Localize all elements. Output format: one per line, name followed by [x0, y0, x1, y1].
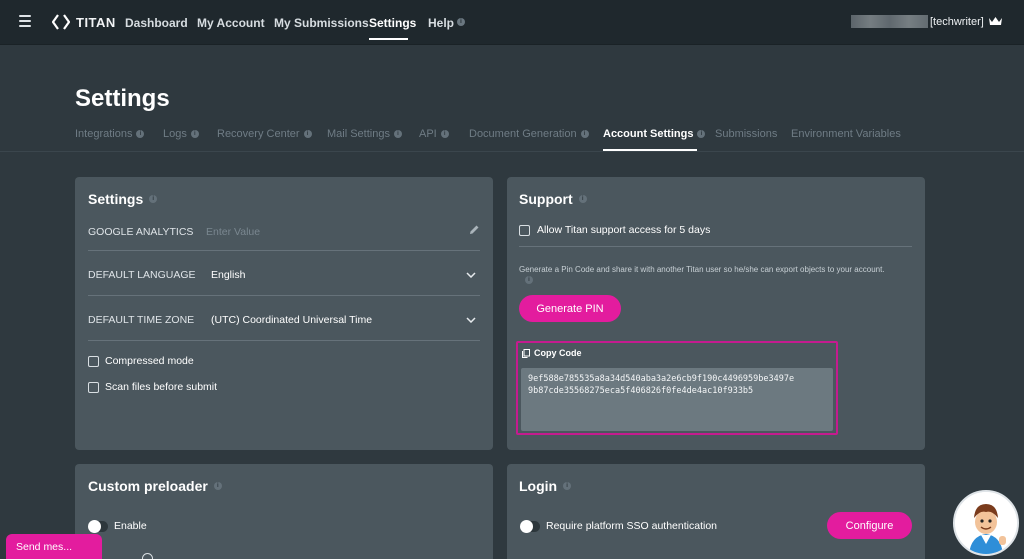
- login-card: Login i Require platform SSO authenticat…: [507, 464, 925, 559]
- default-language-select[interactable]: English: [211, 269, 245, 281]
- default-time-zone-label: DEFAULT TIME ZONE: [88, 314, 195, 326]
- assistant-avatar[interactable]: [953, 490, 1019, 556]
- tab-environment-variables[interactable]: Environment Variables: [791, 128, 901, 140]
- scan-files-label: Scan files before submit: [105, 381, 218, 393]
- copy-code-button[interactable]: Copy Code: [522, 348, 582, 358]
- info-icon[interactable]: i: [578, 195, 587, 203]
- tab-recovery-center[interactable]: Recovery Center i: [217, 128, 312, 140]
- page-title: Settings: [75, 85, 170, 112]
- default-language-label: DEFAULT LANGUAGE: [88, 269, 196, 281]
- assistant-mascot-icon: [955, 492, 1017, 554]
- tab-mail-settings[interactable]: Mail Settings i: [327, 128, 402, 140]
- info-icon[interactable]: i: [563, 482, 572, 490]
- info-icon[interactable]: i: [303, 130, 312, 138]
- nav-help[interactable]: Help: [428, 16, 454, 30]
- tab-label: Account Settings: [603, 128, 694, 140]
- configure-button[interactable]: Configure: [827, 512, 912, 539]
- settings-card: Settings i GOOGLE ANALYTICS Enter Value …: [75, 177, 493, 450]
- chevron-down-icon[interactable]: [466, 317, 476, 323]
- info-icon[interactable]: i: [149, 195, 158, 203]
- top-navigation-bar: TITAN Dashboard My Account My Submission…: [0, 0, 1024, 45]
- send-message-button[interactable]: Send mes...: [6, 534, 102, 559]
- tab-label: Submissions: [715, 128, 778, 140]
- info-icon[interactable]: i: [213, 482, 222, 490]
- nav-my-submissions[interactable]: My Submissions: [274, 16, 369, 30]
- compressed-mode-checkbox[interactable]: [88, 356, 99, 367]
- nav-dashboard[interactable]: Dashboard: [125, 16, 188, 30]
- divider: [88, 340, 480, 341]
- allow-support-access-checkbox[interactable]: [519, 225, 530, 236]
- require-sso-toggle[interactable]: [520, 520, 540, 533]
- pin-code-line: 9ef588e785535a8a34d540aba3a2e6cb9f190c44…: [528, 374, 795, 384]
- info-icon[interactable]: i: [190, 130, 199, 138]
- info-icon[interactable]: i: [697, 130, 706, 138]
- tab-label: Recovery Center: [217, 128, 300, 140]
- info-icon[interactable]: i: [440, 130, 449, 138]
- info-icon[interactable]: i: [393, 130, 402, 138]
- info-icon[interactable]: i: [580, 130, 589, 138]
- compressed-mode-label: Compressed mode: [105, 355, 194, 367]
- card-title-text: Support: [519, 191, 573, 207]
- tab-label: Logs: [163, 128, 187, 140]
- enable-preloader-label: Enable: [114, 520, 147, 532]
- divider: [88, 250, 480, 251]
- chevron-down-icon[interactable]: [466, 272, 476, 278]
- tab-label: Mail Settings: [327, 128, 390, 140]
- hamburger-menu-icon[interactable]: [19, 15, 31, 27]
- tab-document-generation[interactable]: Document Generation i: [469, 128, 589, 140]
- tab-label: Environment Variables: [791, 128, 901, 140]
- scan-files-checkbox[interactable]: [88, 382, 99, 393]
- settings-card-title: Settings i: [88, 191, 158, 207]
- require-sso-label: Require platform SSO authentication: [546, 520, 718, 532]
- tab-submissions[interactable]: Submissions: [715, 128, 777, 140]
- default-time-zone-select[interactable]: (UTC) Coordinated Universal Time: [211, 314, 372, 326]
- help-info-icon[interactable]: i: [457, 18, 465, 26]
- google-analytics-label: GOOGLE ANALYTICS: [88, 226, 194, 238]
- tabs-divider: [0, 151, 1024, 152]
- allow-support-access-label: Allow Titan support access for 5 days: [537, 224, 711, 236]
- nav-settings[interactable]: Settings: [369, 16, 416, 30]
- custom-preloader-card: Custom preloader i Enable: [75, 464, 493, 559]
- user-name[interactable]: [techwriter]: [930, 16, 984, 28]
- login-card-title: Login i: [519, 478, 572, 494]
- generate-pin-button[interactable]: Generate PIN: [519, 295, 621, 322]
- info-icon[interactable]: i: [525, 276, 533, 284]
- copy-icon: [522, 348, 530, 358]
- tab-label: API: [419, 128, 437, 140]
- card-title-text: Settings: [88, 191, 144, 207]
- pin-helper-text: Generate a Pin Code and share it with an…: [519, 265, 885, 274]
- enable-preloader-toggle[interactable]: [88, 520, 108, 533]
- user-name-redacted: [851, 15, 928, 28]
- pin-code-line: 9b87cde35568275eca5f406826f0fe4de4ac10f9…: [528, 386, 754, 396]
- custom-preloader-title: Custom preloader i: [88, 478, 222, 494]
- copy-code-label: Copy Code: [534, 348, 582, 358]
- tab-logs[interactable]: Logs i: [163, 128, 199, 140]
- pencil-icon[interactable]: [469, 224, 480, 235]
- tab-label: Document Generation: [469, 128, 577, 140]
- nav-active-indicator: [369, 38, 408, 40]
- pin-code-textarea[interactable]: 9ef588e785535a8a34d540aba3a2e6cb9f190c44…: [521, 368, 833, 431]
- tab-account-settings[interactable]: Account Settings i: [603, 128, 706, 140]
- card-title-text: Login: [519, 478, 558, 494]
- nav-my-account[interactable]: My Account: [197, 16, 265, 30]
- titan-logo[interactable]: TITAN: [52, 13, 116, 31]
- card-title-text: Custom preloader: [88, 478, 208, 494]
- radio-option[interactable]: [142, 553, 153, 559]
- brand-name: TITAN: [76, 14, 116, 30]
- tab-label: Integrations: [75, 128, 133, 140]
- pin-code-box: Copy Code 9ef588e785535a8a34d540aba3a2e6…: [516, 341, 838, 435]
- crown-icon[interactable]: [988, 15, 1003, 27]
- info-icon[interactable]: i: [136, 130, 145, 138]
- support-card-title: Support i: [519, 191, 587, 207]
- tab-api[interactable]: API i: [419, 128, 449, 140]
- divider: [88, 295, 480, 296]
- google-analytics-input[interactable]: Enter Value: [206, 226, 260, 238]
- titan-logo-icon: [52, 14, 70, 30]
- tab-integrations[interactable]: Integrations i: [75, 128, 145, 140]
- divider: [519, 246, 912, 247]
